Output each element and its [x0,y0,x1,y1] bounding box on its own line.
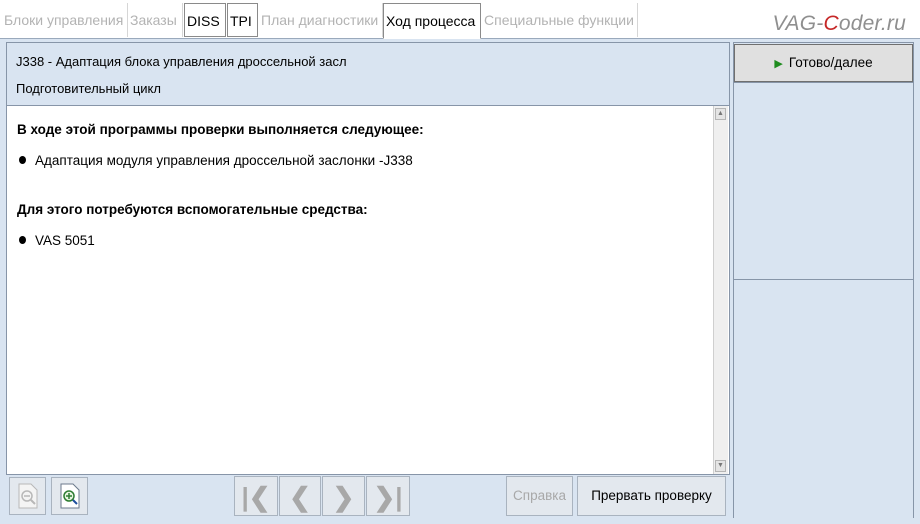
tab-orders[interactable]: Заказы [128,3,183,37]
first-page-button[interactable]: |❮ [234,476,278,516]
divider [734,82,913,83]
right-panel: ▶ Готово/далее [733,42,914,519]
tab-diss[interactable]: DISS [184,3,226,37]
section-heading: Для этого потребуются вспомогательные ср… [17,202,368,217]
zoom-out-icon [18,483,37,509]
tab-bar: Блоки управления Заказы DISS TPI План ди… [0,0,920,39]
previous-page-button[interactable]: ❮ [279,476,321,516]
procedure-title: J338 - Адаптация блока управления дроссе… [16,54,347,69]
scroll-down-icon[interactable]: ▼ [715,460,726,472]
last-page-icon: ❯| [373,482,403,512]
chevron-left-icon: ❮ [289,482,311,512]
bullet-icon [19,156,26,164]
zoom-in-button[interactable] [51,477,88,515]
abort-test-button[interactable]: Прервать проверку [577,476,726,516]
help-button[interactable]: Справка [506,476,573,516]
vertical-scrollbar[interactable]: ▲ ▼ [713,106,728,474]
tab-process[interactable]: Ход процесса [383,3,481,39]
tab-tpi[interactable]: TPI [227,3,258,37]
section-heading: В ходе этой программы проверки выполняет… [17,122,424,137]
brand-watermark: VAG-Coder.ru [772,12,906,35]
list-item: Адаптация модуля управления дроссельной … [35,153,413,168]
main-panel: J338 - Адаптация блока управления дроссе… [6,42,730,475]
procedure-header: J338 - Адаптация блока управления дроссе… [7,43,729,106]
bottom-strip [0,518,920,524]
first-page-icon: |❮ [241,482,271,512]
next-page-button[interactable]: ❯ [322,476,365,516]
tab-special-functions[interactable]: Специальные функции [482,3,638,37]
zoom-out-button[interactable] [9,477,46,515]
divider [734,279,913,280]
ready-next-label: Готово/далее [788,55,873,70]
bullet-icon [19,236,26,244]
ready-next-button[interactable]: ▶ Готово/далее [734,44,913,82]
list-item: VAS 5051 [35,233,95,248]
play-icon: ▶ [774,58,783,70]
last-page-button[interactable]: ❯| [366,476,410,516]
tab-control-units[interactable]: Блоки управления [2,3,128,37]
scroll-up-icon[interactable]: ▲ [715,108,726,120]
zoom-in-icon [60,483,79,509]
instructions-text: В ходе этой программы проверки выполняет… [7,106,715,474]
tab-diagnostic-plan[interactable]: План диагностики [259,3,383,37]
chevron-right-icon: ❯ [332,482,355,512]
procedure-subtitle: Подготовительный цикл [16,81,161,96]
